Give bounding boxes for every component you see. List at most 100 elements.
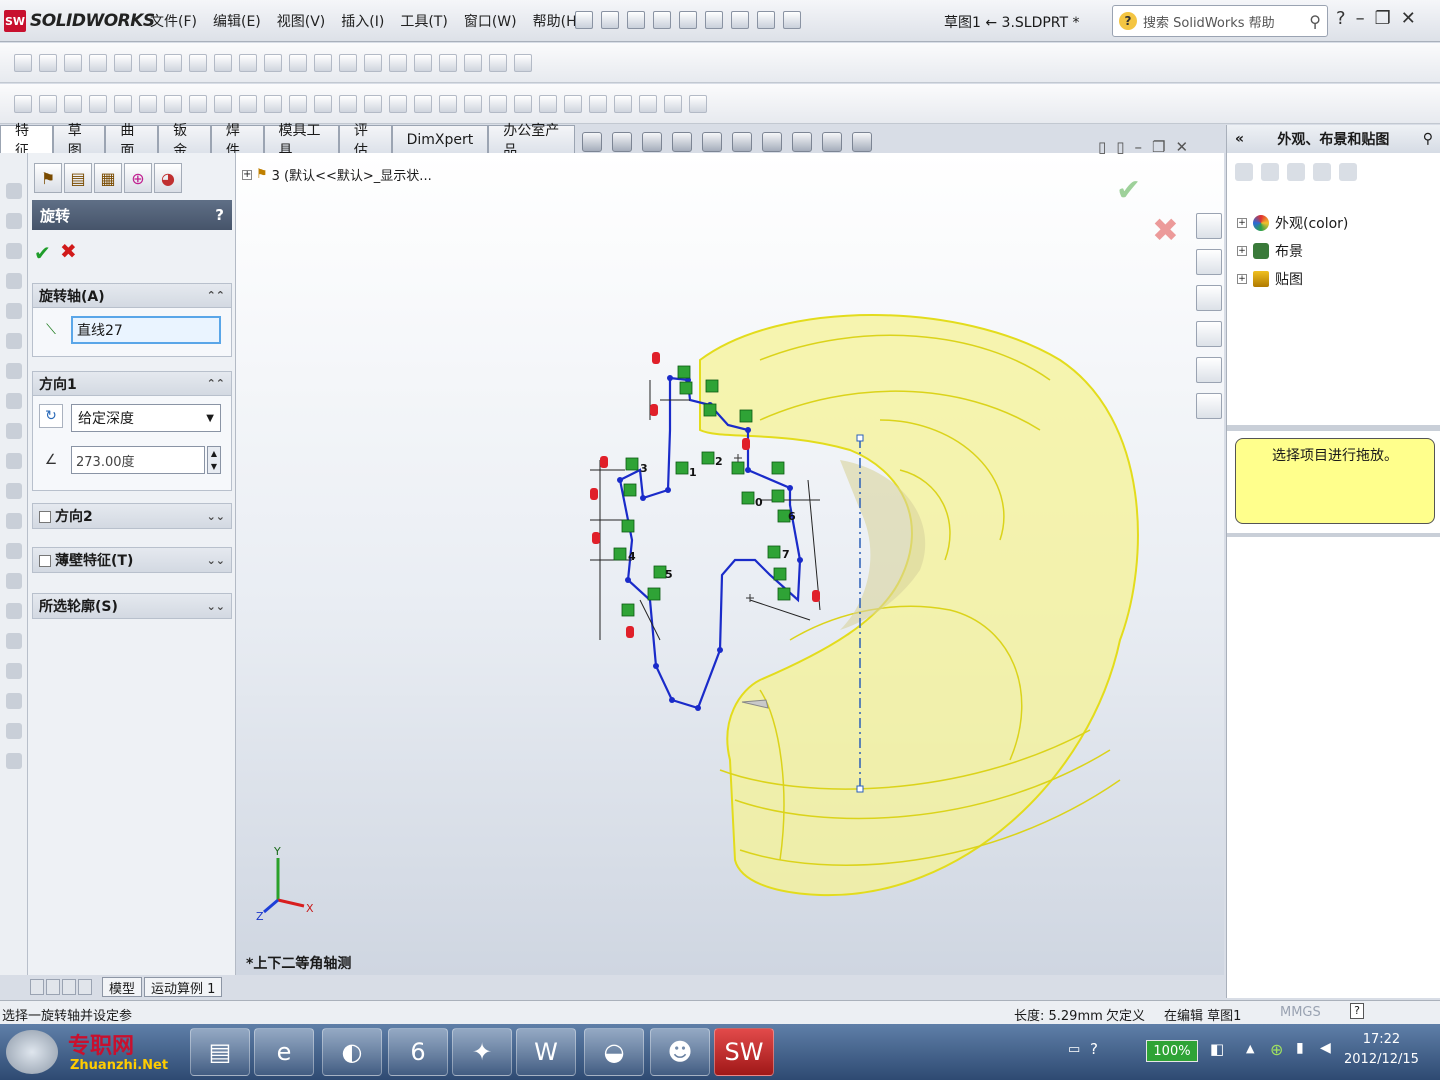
tool-icon[interactable] (389, 94, 407, 113)
new-icon[interactable] (575, 11, 593, 29)
menu-window[interactable]: 窗口(W) (456, 11, 525, 31)
tool-icon[interactable] (139, 94, 157, 113)
expand-icon[interactable]: + (1237, 218, 1247, 228)
menu-view[interactable]: 视图(V) (269, 11, 334, 31)
tree-item-appearance[interactable]: + 外观(color) (1237, 213, 1348, 233)
tab-motion-study[interactable]: 运动算例 1 (144, 977, 223, 997)
explorer-taskbar-icon[interactable]: ▤ (190, 1028, 250, 1076)
strip-icon[interactable] (5, 573, 22, 589)
pane-splitter[interactable] (1227, 533, 1440, 537)
app-taskbar-icon[interactable]: 6 (388, 1028, 448, 1076)
expand-icon[interactable]: ⌄⌄ (207, 600, 225, 613)
sum-icon[interactable] (214, 53, 232, 72)
tool-icon[interactable] (264, 94, 282, 113)
home-icon[interactable] (1287, 163, 1305, 181)
collapse-icon[interactable]: ⌃⌃ (207, 377, 225, 390)
strip-icon[interactable] (5, 273, 22, 289)
tool-icon[interactable] (114, 53, 132, 72)
refresh-icon[interactable] (1313, 163, 1331, 181)
battery-indicator[interactable]: 100% (1146, 1040, 1198, 1062)
tray-icon[interactable]: ⊕ (1270, 1040, 1283, 1059)
tool-icon[interactable] (164, 53, 182, 72)
confirm-cancel-icon[interactable]: ✖ (1152, 211, 1179, 249)
tool-icon[interactable] (589, 94, 607, 113)
tab-weldments[interactable]: 焊件 (210, 123, 264, 159)
end-condition-select[interactable]: 给定深度 ▼ (71, 404, 221, 432)
tool-icon[interactable] (564, 94, 582, 113)
app-taskbar-icon[interactable]: ◒ (584, 1028, 644, 1076)
pin-icon[interactable]: ⚲ (1423, 131, 1433, 147)
help-button[interactable]: ? (215, 206, 224, 224)
back-icon[interactable] (1235, 163, 1253, 181)
design-library-icon[interactable] (1196, 249, 1222, 275)
tool-icon[interactable] (114, 94, 132, 113)
tray-icon[interactable]: ▭ (1068, 1042, 1080, 1057)
graphics-area[interactable]: 1 2 3 4 5 0 6 7 Y X Z + ⚑ 3 (默认<<默认>_显示状… (236, 153, 1224, 975)
start-orb-icon[interactable] (6, 1030, 58, 1074)
volume-icon[interactable]: ◀ (1320, 1040, 1331, 1056)
tool-icon[interactable] (414, 94, 432, 113)
hide-show-icon[interactable] (762, 132, 782, 152)
display-style-icon[interactable] (732, 132, 752, 152)
up-icon[interactable] (1339, 163, 1357, 181)
angle-spinner[interactable]: ▲ ▼ (207, 446, 221, 474)
tool-icon[interactable] (514, 94, 532, 113)
tool-icon[interactable] (664, 94, 682, 113)
direction2-checkbox[interactable] (39, 511, 51, 523)
tool-icon[interactable] (164, 94, 182, 113)
view-palette-icon[interactable] (1196, 321, 1222, 347)
help-search-box[interactable]: ? 搜索 SolidWorks 帮助 ⚲ (1112, 5, 1328, 37)
angle-field[interactable]: 273.00度 (71, 446, 205, 474)
edit-appearance-icon[interactable] (792, 132, 812, 152)
next-tab-icon[interactable] (62, 979, 76, 995)
tab-mold-tools[interactable]: 模具工具 (263, 123, 339, 159)
tool-icon[interactable] (489, 53, 507, 72)
tool-icon[interactable] (514, 53, 532, 72)
cancel-button[interactable]: ✖ (60, 239, 77, 263)
appearances-icon[interactable] (1196, 357, 1222, 383)
undo-icon[interactable] (679, 11, 697, 29)
prev-tab-icon[interactable] (46, 979, 60, 995)
help-icon[interactable]: ? (1336, 8, 1346, 29)
tray-icon[interactable]: ◧ (1210, 1040, 1224, 1058)
strip-icon[interactable] (5, 513, 22, 529)
reverse-direction-icon[interactable]: ↻ (39, 404, 63, 428)
strip-icon[interactable] (5, 423, 22, 439)
forward-icon[interactable] (1261, 163, 1279, 181)
tool-icon[interactable] (389, 53, 407, 72)
configuration-manager-icon[interactable]: ▦ (94, 163, 122, 193)
tab-features[interactable]: 特征 (0, 123, 53, 159)
browser-taskbar-icon[interactable]: e (254, 1028, 314, 1076)
tree-item-decals[interactable]: + 贴图 (1237, 269, 1303, 289)
custom-properties-icon[interactable] (1196, 393, 1222, 419)
tool-icon[interactable] (239, 53, 257, 72)
file-properties-icon[interactable] (757, 11, 775, 29)
minimize-icon[interactable]: – (1135, 138, 1143, 156)
strip-icon[interactable] (5, 483, 22, 499)
strip-icon[interactable] (5, 363, 22, 379)
tool-icon[interactable] (64, 53, 82, 72)
tab-dimxpert[interactable]: DimXpert (391, 125, 489, 153)
tool-icon[interactable] (489, 94, 507, 113)
extrude-icon[interactable] (14, 94, 32, 113)
model-viewport[interactable]: 1 2 3 4 5 0 6 7 Y X Z (236, 153, 1224, 975)
select-icon[interactable] (705, 11, 723, 29)
zoom-to-fit-icon[interactable] (582, 132, 602, 152)
expand-icon[interactable]: + (242, 169, 252, 180)
tab-sketch[interactable]: 草图 (52, 123, 106, 159)
display-manager-icon[interactable]: ◕ (154, 163, 182, 193)
strip-icon[interactable] (5, 393, 22, 409)
dimxpert-manager-icon[interactable]: ⊕ (124, 163, 152, 193)
network-icon[interactable]: ▮ (1296, 1040, 1304, 1056)
solidworks-logo[interactable]: SW SOLIDWORKS (4, 8, 155, 34)
tool-icon[interactable] (39, 53, 57, 72)
tool-icon[interactable] (364, 94, 382, 113)
strip-icon[interactable] (5, 243, 22, 259)
print-icon[interactable] (653, 11, 671, 29)
thin-feature-checkbox[interactable] (39, 555, 51, 567)
tool-icon[interactable] (414, 53, 432, 72)
file-explorer-icon[interactable] (1196, 285, 1222, 311)
help-icon[interactable]: ? (1350, 1003, 1364, 1019)
menu-tools[interactable]: 工具(T) (392, 11, 455, 31)
help-icon[interactable]: ? (1090, 1040, 1098, 1058)
